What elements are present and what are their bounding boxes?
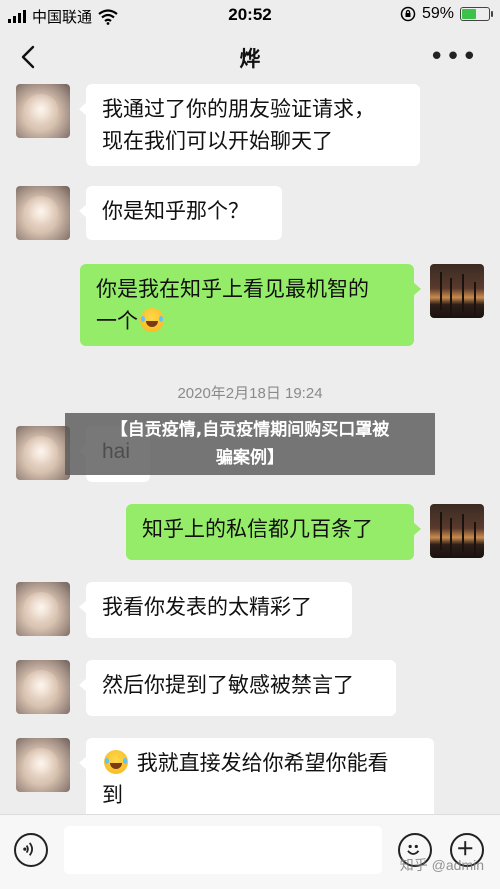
rotation-lock-icon bbox=[400, 6, 416, 22]
avatar[interactable] bbox=[16, 186, 70, 240]
chat-header: 烨 ••• bbox=[0, 30, 500, 84]
message-text: 然后你提到了敏感被禁言了 bbox=[102, 673, 354, 697]
message-text: 我就直接发给你希望你能看 bbox=[136, 751, 389, 775]
more-options-button[interactable]: ••• bbox=[429, 44, 478, 70]
message-text: 我通过了你的朋友验证请求， bbox=[102, 97, 375, 121]
status-bar: 中国联通 20:52 59% bbox=[0, 0, 500, 30]
message-text: 到 bbox=[102, 783, 123, 807]
message-text: 现在我们可以开始聊天了 bbox=[102, 129, 333, 153]
avatar[interactable] bbox=[16, 84, 70, 138]
avatar[interactable] bbox=[16, 660, 70, 714]
status-right: 59% bbox=[400, 5, 493, 23]
battery-level bbox=[462, 9, 476, 19]
message-text: 一个 bbox=[96, 309, 138, 333]
voice-icon[interactable] bbox=[14, 833, 48, 867]
message-text: 你是知乎那个？ bbox=[102, 199, 249, 223]
message-bubble[interactable]: 你是知乎那个？ bbox=[79, 186, 282, 240]
overlay-title-line: 骗案例】 bbox=[216, 448, 284, 468]
message-bubble[interactable]: 知乎上的私信都几百条了 bbox=[126, 504, 421, 560]
avatar[interactable] bbox=[16, 738, 70, 792]
avatar[interactable] bbox=[430, 264, 484, 318]
message-input[interactable] bbox=[64, 826, 382, 874]
message-bubble[interactable]: 然后你提到了敏感被禁言了 bbox=[79, 660, 396, 716]
message-bubble[interactable]: 你是我在知乎上看见最机智的 一个 bbox=[80, 264, 421, 346]
message-bubble[interactable]: 我就直接发给你希望你能看 到 bbox=[79, 738, 434, 814]
message-bubble[interactable]: 我看你发表的太精彩了 bbox=[79, 582, 352, 638]
message-text: 你是我在知乎上看见最机智的 bbox=[96, 277, 369, 301]
avatar[interactable] bbox=[16, 426, 70, 480]
page-title: 烨 bbox=[239, 47, 261, 71]
message-timestamp: 2020年2月18日 19:24 bbox=[177, 385, 323, 402]
battery-percent: 59% bbox=[421, 5, 454, 22]
overlay-title-banner: 【自贡疫情,自贡疫情期间购买口罩被 骗案例】 bbox=[65, 413, 435, 475]
input-bar: 知乎 @admin bbox=[0, 814, 500, 889]
watermark: 知乎 @admin bbox=[399, 857, 484, 873]
message-text: 知乎上的私信都几百条了 bbox=[142, 517, 373, 541]
laughing-crying-emoji-icon bbox=[104, 750, 128, 774]
battery-icon bbox=[460, 7, 493, 21]
message-text: 我看你发表的太精彩了 bbox=[102, 595, 312, 619]
overlay-title-line: 【自贡疫情,自贡疫情期间购买口罩被 bbox=[110, 420, 390, 440]
message-bubble[interactable]: 我通过了你的朋友验证请求， 现在我们可以开始聊天了 bbox=[79, 84, 420, 166]
laughing-crying-emoji-icon bbox=[140, 308, 164, 332]
avatar[interactable] bbox=[430, 504, 484, 558]
avatar[interactable] bbox=[16, 582, 70, 636]
